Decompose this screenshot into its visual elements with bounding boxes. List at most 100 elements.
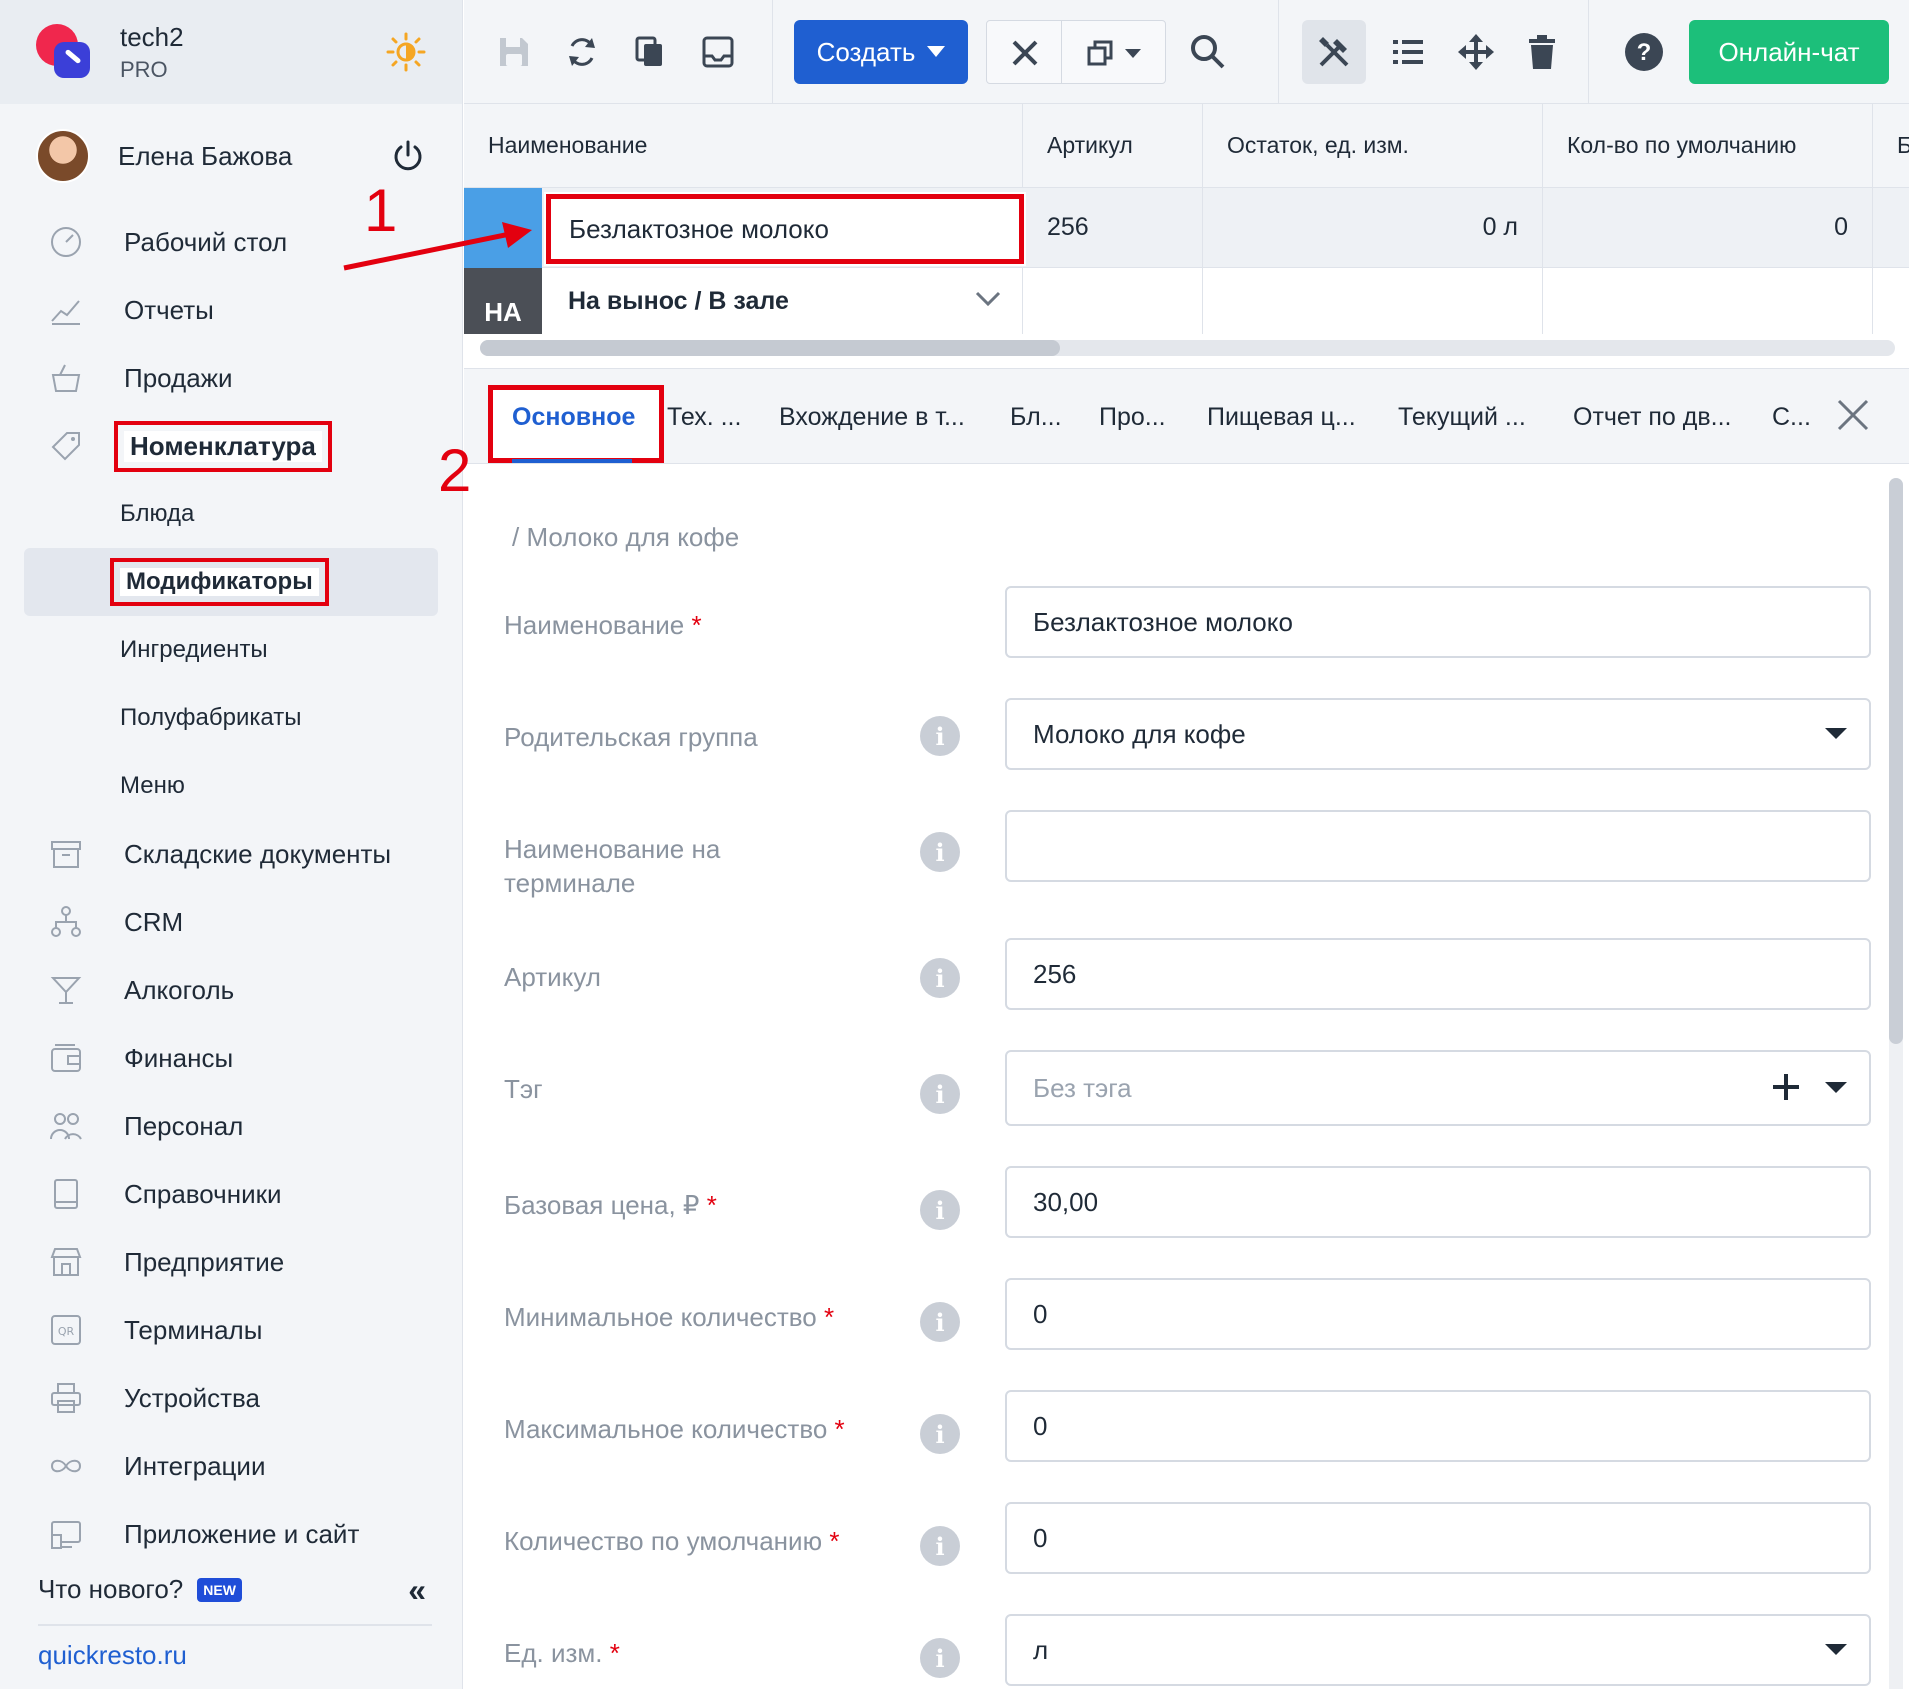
sun-icon[interactable]: [386, 32, 426, 72]
sidebar-item-terminals[interactable]: QR Терминалы: [0, 1296, 462, 1364]
sidebar-item-crm[interactable]: CRM: [0, 888, 462, 956]
site-link[interactable]: quickresto.ru: [38, 1640, 187, 1671]
max-qty-input[interactable]: 0: [1005, 1390, 1871, 1462]
column-header-next[interactable]: Б: [1873, 104, 1909, 187]
row-name-cell[interactable]: Безлактозное молоко: [544, 192, 1026, 266]
sidebar-subitem-dishes[interactable]: Блюда: [0, 480, 462, 548]
field-label: Артикул: [504, 962, 601, 992]
basket-icon: [48, 360, 84, 396]
create-button-label: Создать: [816, 36, 916, 67]
tab-inclusion[interactable]: Вхождение в т...: [779, 369, 965, 465]
chevron-down-icon[interactable]: [974, 290, 1002, 313]
sidebar-subitem-menu[interactable]: Меню: [0, 752, 462, 820]
info-icon[interactable]: i: [920, 1638, 960, 1678]
scrollbar-thumb[interactable]: [480, 340, 1060, 356]
create-button[interactable]: Создать: [794, 20, 968, 84]
plus-icon[interactable]: [1769, 1070, 1803, 1104]
column-header-stock[interactable]: Остаток, ед. изм.: [1203, 104, 1543, 187]
tab-main[interactable]: Основное: [512, 369, 635, 465]
column-header-default-qty[interactable]: Кол-во по умолчанию: [1543, 104, 1873, 187]
tab-movement-report[interactable]: Отчет по дв...: [1573, 369, 1731, 465]
info-icon[interactable]: i: [920, 958, 960, 998]
info-icon[interactable]: i: [920, 1190, 960, 1230]
table-row[interactable]: Безлактозное молоко 256 0 л 0: [464, 188, 1909, 268]
min-qty-input[interactable]: 0: [1005, 1278, 1871, 1350]
close-icon[interactable]: [999, 27, 1051, 79]
sidebar-item-label: Продажи: [124, 362, 233, 393]
sidebar-item-warehouse[interactable]: Складские документы: [0, 820, 462, 888]
help-icon[interactable]: ?: [1618, 26, 1670, 78]
sidebar-item-devices[interactable]: Устройства: [0, 1364, 462, 1432]
trash-icon[interactable]: [1516, 26, 1568, 78]
info-icon[interactable]: i: [920, 1526, 960, 1566]
save-icon[interactable]: [488, 26, 540, 78]
default-qty-input[interactable]: 0: [1005, 1502, 1871, 1574]
sidebar-subitem-semi-finished[interactable]: Полуфабрикаты: [0, 684, 462, 752]
sidebar-item-label: Справочники: [124, 1178, 282, 1209]
sidebar-item-finance[interactable]: Финансы: [0, 1024, 462, 1092]
list-icon[interactable]: [1382, 26, 1434, 78]
parent-group-select[interactable]: Молоко для кофе: [1005, 698, 1871, 770]
sidebar-item-label: Предприятие: [124, 1246, 285, 1277]
tools-icon[interactable]: [1302, 20, 1366, 84]
copy-icon[interactable]: [624, 26, 676, 78]
tag-select[interactable]: Без тэга: [1005, 1050, 1871, 1126]
inbox-icon[interactable]: [692, 26, 744, 78]
sidebar-item-reports[interactable]: Отчеты: [0, 276, 462, 344]
unit-select[interactable]: л: [1005, 1614, 1871, 1686]
whats-new-link[interactable]: Что нового? NEW: [38, 1574, 242, 1605]
detail-tabs: Основное Тех. ... Вхождение в т... Бл...…: [464, 368, 1909, 464]
article-input[interactable]: 256: [1005, 938, 1871, 1010]
breadcrumb[interactable]: / Молоко для кофе: [512, 522, 739, 553]
column-header-name[interactable]: Наименование: [464, 104, 1023, 187]
collapse-sidebar-icon[interactable]: «: [408, 1572, 426, 1609]
sidebar-item-app-site[interactable]: Приложение и сайт: [0, 1500, 462, 1568]
new-badge: NEW: [197, 1577, 242, 1602]
duplicate-icon[interactable]: [1077, 27, 1157, 79]
online-chat-button[interactable]: Онлайн-чат: [1689, 20, 1889, 84]
sidebar-item-integrations[interactable]: Интеграции: [0, 1432, 462, 1500]
sidebar-subitem-modifiers[interactable]: Модификаторы: [24, 548, 438, 616]
search-icon[interactable]: [1182, 26, 1234, 78]
sidebar-item-alcohol[interactable]: Алкоголь: [0, 956, 462, 1024]
sidebar-item-staff[interactable]: Персонал: [0, 1092, 462, 1160]
tab-tech[interactable]: Тех. ...: [667, 369, 741, 465]
info-icon[interactable]: i: [920, 1302, 960, 1342]
sidebar-subitem-label: Ингредиенты: [120, 636, 268, 663]
horizontal-scrollbar[interactable]: [480, 340, 1895, 356]
name-input[interactable]: Безлактозное молоко: [1005, 586, 1871, 658]
move-icon[interactable]: [1450, 26, 1502, 78]
scrollbar-thumb[interactable]: [1889, 478, 1903, 1044]
terminal-name-input[interactable]: [1005, 810, 1871, 882]
sidebar-divider: [38, 1624, 432, 1626]
caret-down-icon[interactable]: [1825, 1082, 1847, 1093]
sidebar-item-sales[interactable]: Продажи: [0, 344, 462, 412]
sidebar-item-label: Складские документы: [124, 838, 392, 869]
info-icon[interactable]: i: [920, 716, 960, 756]
user-name: Елена Бажова: [118, 140, 293, 171]
sidebar-subitem-label: Меню: [120, 772, 185, 799]
refresh-icon[interactable]: [556, 26, 608, 78]
info-icon[interactable]: i: [920, 1414, 960, 1454]
column-header-article[interactable]: Артикул: [1023, 104, 1203, 187]
power-icon[interactable]: [390, 138, 426, 174]
sidebar-item-directories[interactable]: Справочники: [0, 1160, 462, 1228]
sidebar-item-nomenclature[interactable]: Номенклатура: [0, 412, 462, 480]
book-icon: [48, 1176, 84, 1212]
tab-nutrition[interactable]: Пищевая ц...: [1207, 369, 1356, 465]
caret-down-icon: [1825, 728, 1847, 739]
base-price-input[interactable]: 30,00: [1005, 1166, 1871, 1238]
table-row[interactable]: НА На вынос / В зале: [464, 268, 1909, 334]
tab-current[interactable]: Текущий ...: [1398, 369, 1526, 465]
tab-production[interactable]: Про...: [1099, 369, 1166, 465]
wallet-icon: [48, 1040, 84, 1076]
close-icon[interactable]: [1835, 397, 1871, 433]
sidebar-item-enterprise[interactable]: Предприятие: [0, 1228, 462, 1296]
vertical-scrollbar[interactable]: [1889, 478, 1903, 1689]
info-icon[interactable]: i: [920, 832, 960, 872]
tab-dishes[interactable]: Бл...: [1010, 369, 1062, 465]
info-icon[interactable]: i: [920, 1074, 960, 1114]
sidebar-subitem-ingredients[interactable]: Ингредиенты: [0, 616, 462, 684]
tab-more[interactable]: С...: [1772, 369, 1811, 465]
field-label: Базовая цена, ₽ *: [504, 1190, 717, 1220]
